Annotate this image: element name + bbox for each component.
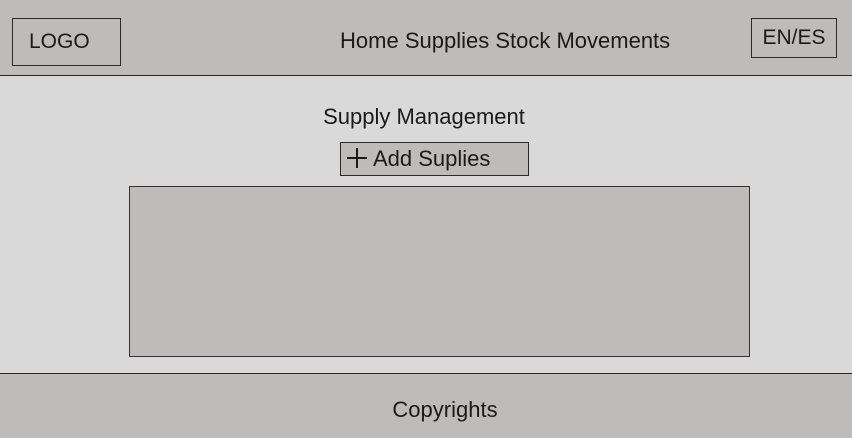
nav-stock-movements-link[interactable]: Stock Movements [495, 28, 670, 53]
nav-home-link[interactable]: Home [340, 28, 399, 53]
nav-supplies-link[interactable]: Supplies [405, 28, 489, 53]
plus-icon [347, 148, 367, 168]
footer: Copyrights [0, 373, 852, 438]
header: LOGO Home Supplies Stock Movements EN/ES [0, 0, 852, 76]
copyright-text: Copyrights [392, 397, 498, 422]
main-nav: Home Supplies Stock Movements [340, 27, 670, 55]
language-toggle-button[interactable]: EN/ES [751, 18, 837, 58]
supplies-list-area [129, 186, 750, 357]
logo[interactable]: LOGO [12, 18, 121, 66]
page-title: Supply Management [323, 104, 525, 129]
add-supplies-button[interactable]: Add Suplies [340, 142, 529, 176]
add-supplies-label: Add Suplies [373, 146, 491, 171]
